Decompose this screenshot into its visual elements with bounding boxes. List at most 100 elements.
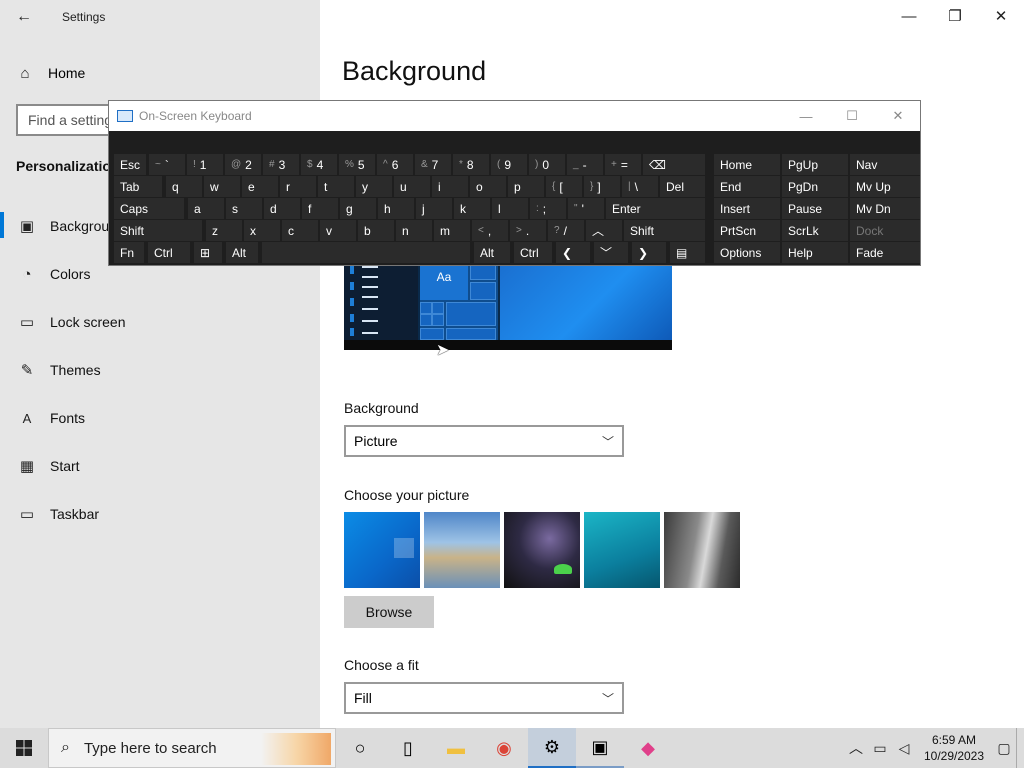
sidebar-item-taskbar[interactable]: ▭ Taskbar [18, 502, 99, 526]
osk-key[interactable]: | \ [622, 176, 658, 197]
osk-key[interactable]: i [432, 176, 468, 197]
notifications-icon[interactable]: ▢ [992, 740, 1016, 757]
osk-close-button[interactable]: ✕ [875, 101, 921, 131]
sidebar-item-start[interactable]: ▦ Start [18, 454, 80, 478]
osk-key[interactable]: w [204, 176, 240, 197]
osk-key[interactable]: Shift [114, 220, 202, 241]
osk-key[interactable]: Alt [474, 242, 510, 263]
osk-key[interactable]: b [358, 220, 394, 241]
osk-key[interactable]: <, [472, 220, 508, 241]
picture-thumbnail-underwater[interactable] [584, 512, 660, 588]
osk-key[interactable]: _ - [567, 154, 603, 175]
sidebar-item-fonts[interactable]: A Fonts [18, 406, 85, 430]
osk-key[interactable]: m [434, 220, 470, 241]
osk-key[interactable]: Fn [114, 242, 144, 263]
osk-key[interactable]: Enter [606, 198, 705, 219]
osk-key[interactable]: {[ [546, 176, 582, 197]
osk-key[interactable]: r [280, 176, 316, 197]
picture-thumbnail-windows[interactable] [344, 512, 420, 588]
osk-key[interactable]: " ' [568, 198, 604, 219]
osk-key[interactable]: h [378, 198, 414, 219]
osk-key[interactable]: t [318, 176, 354, 197]
osk-key[interactable]: ❮ [556, 242, 590, 263]
chrome-taskbar-button[interactable]: ◉ [480, 728, 528, 768]
osk-key[interactable]: v [320, 220, 356, 241]
osk-key-nav[interactable]: Nav [850, 154, 920, 175]
taskbar-search-box[interactable]: ⌕ Type here to search [48, 728, 336, 768]
osk-key-end[interactable]: End [714, 176, 780, 197]
picture-thumbnail-waterfall[interactable] [664, 512, 740, 588]
osk-key[interactable]: ▤ [670, 242, 705, 263]
osk-key-home[interactable]: Home [714, 154, 780, 175]
osk-key-scrlk[interactable]: ScrLk [782, 220, 848, 241]
osk-key[interactable]: ❯ [632, 242, 666, 263]
osk-key[interactable]: g [340, 198, 376, 219]
osk-minimize-button[interactable]: — [783, 101, 829, 131]
osk-key-pgdn[interactable]: PgDn [782, 176, 848, 197]
osk-key[interactable] [262, 242, 470, 263]
sidebar-item-themes[interactable]: ✎ Themes [18, 358, 101, 382]
task-view-taskbar-button[interactable]: ▯ [384, 728, 432, 768]
osk-key[interactable]: j [416, 198, 452, 219]
background-dropdown[interactable]: Picture ﹀ [344, 425, 624, 457]
osk-key[interactable]: :; [530, 198, 566, 219]
clock[interactable]: 6:59 AM 10/29/2023 [916, 732, 992, 764]
osk-key[interactable]: f [302, 198, 338, 219]
osk-key[interactable]: u [394, 176, 430, 197]
osk-key[interactable]: c [282, 220, 318, 241]
minimize-button[interactable]: — [886, 0, 932, 32]
osk-key[interactable]: l [492, 198, 528, 219]
osk-key-fade[interactable]: Fade [850, 242, 920, 263]
start-button[interactable] [0, 728, 48, 768]
osk-key[interactable]: ~ ` [149, 154, 185, 175]
osk-key[interactable]: x [244, 220, 280, 241]
back-arrow-icon[interactable]: ← [12, 6, 36, 28]
osk-key[interactable]: ︿ [586, 220, 622, 241]
osk-key[interactable]: n [396, 220, 432, 241]
osk-key[interactable]: ? / [548, 220, 584, 241]
osk-key[interactable]: o [470, 176, 506, 197]
osk-key[interactable]: $4 [301, 154, 337, 175]
osk-key[interactable]: & 7 [415, 154, 451, 175]
osk-key[interactable]: Ctrl [148, 242, 190, 263]
sidebar-item-colors[interactable]: ◔ Colors [18, 262, 90, 286]
osk-key[interactable]: s [226, 198, 262, 219]
osk-title-bar[interactable]: On-Screen Keyboard — ☐ ✕ [109, 101, 920, 131]
osk-key[interactable]: Alt [226, 242, 258, 263]
osk-key[interactable]: k [454, 198, 490, 219]
osk-key[interactable]: + = [605, 154, 641, 175]
osk-key[interactable]: y [356, 176, 392, 197]
osk-key[interactable]: }] [584, 176, 620, 197]
osk-key-pgup[interactable]: PgUp [782, 154, 848, 175]
osk-key[interactable]: % 5 [339, 154, 375, 175]
osk-key-help[interactable]: Help [782, 242, 848, 263]
home-link[interactable]: ⌂ Home [16, 62, 85, 84]
remote-desktop-taskbar-button[interactable]: ▣ [576, 728, 624, 768]
osk-key-pause[interactable]: Pause [782, 198, 848, 219]
browse-button[interactable]: Browse [344, 596, 434, 628]
osk-key[interactable]: @2 [225, 154, 261, 175]
chevron-up-icon[interactable]: ︿ [844, 738, 868, 758]
osk-key-insert[interactable]: Insert [714, 198, 780, 219]
osk-key[interactable]: Tab [114, 176, 162, 197]
osk-key[interactable]: ﹀ [594, 242, 628, 263]
fit-dropdown[interactable]: Fill ﹀ [344, 682, 624, 714]
cortana-taskbar-button[interactable]: ○ [336, 728, 384, 768]
network-icon[interactable]: ▭ [868, 740, 892, 757]
close-button[interactable]: ✕ [978, 0, 1024, 32]
osk-key[interactable]: z [206, 220, 242, 241]
osk-key[interactable]: ! 1 [187, 154, 223, 175]
osk-key[interactable]: Del [660, 176, 705, 197]
osk-key[interactable]: ) 0 [529, 154, 565, 175]
paint-taskbar-button[interactable]: ◆ [624, 728, 672, 768]
osk-key[interactable]: Esc [114, 154, 146, 175]
osk-key[interactable]: (9 [491, 154, 527, 175]
osk-key[interactable]: Shift [624, 220, 705, 241]
osk-key[interactable]: #3 [263, 154, 299, 175]
osk-key[interactable]: >. [510, 220, 546, 241]
osk-key[interactable]: q [166, 176, 202, 197]
settings-gear-taskbar-button[interactable]: ⚙ [528, 728, 576, 768]
picture-thumbnail-beach[interactable] [424, 512, 500, 588]
volume-muted-icon[interactable]: ◁ [892, 740, 916, 757]
osk-key[interactable]: a [188, 198, 224, 219]
